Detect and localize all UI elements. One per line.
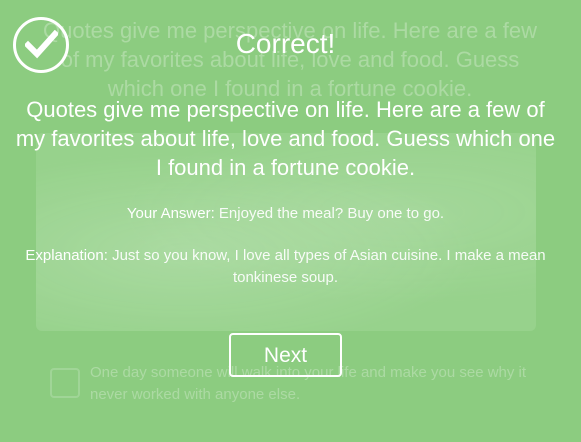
result-title: Correct! (235, 28, 336, 59)
explanation-row: Explanation: Just so you know, I love al… (14, 245, 557, 289)
result-overlay: Correct! Quotes give me perspective on l… (0, 0, 581, 442)
explanation-value: Just so you know, I love all types of As… (112, 247, 546, 286)
explanation-label: Explanation: (25, 247, 113, 264)
question-text: Quotes give me perspective on life. Here… (15, 97, 556, 180)
your-answer-row: Your Answer: Enjoyed the meal? Buy one t… (10, 203, 561, 225)
your-answer-label: Your Answer: (126, 205, 219, 222)
your-answer-value: Enjoyed the meal? Buy one to go. (218, 205, 445, 222)
next-button[interactable]: Next (229, 333, 342, 377)
